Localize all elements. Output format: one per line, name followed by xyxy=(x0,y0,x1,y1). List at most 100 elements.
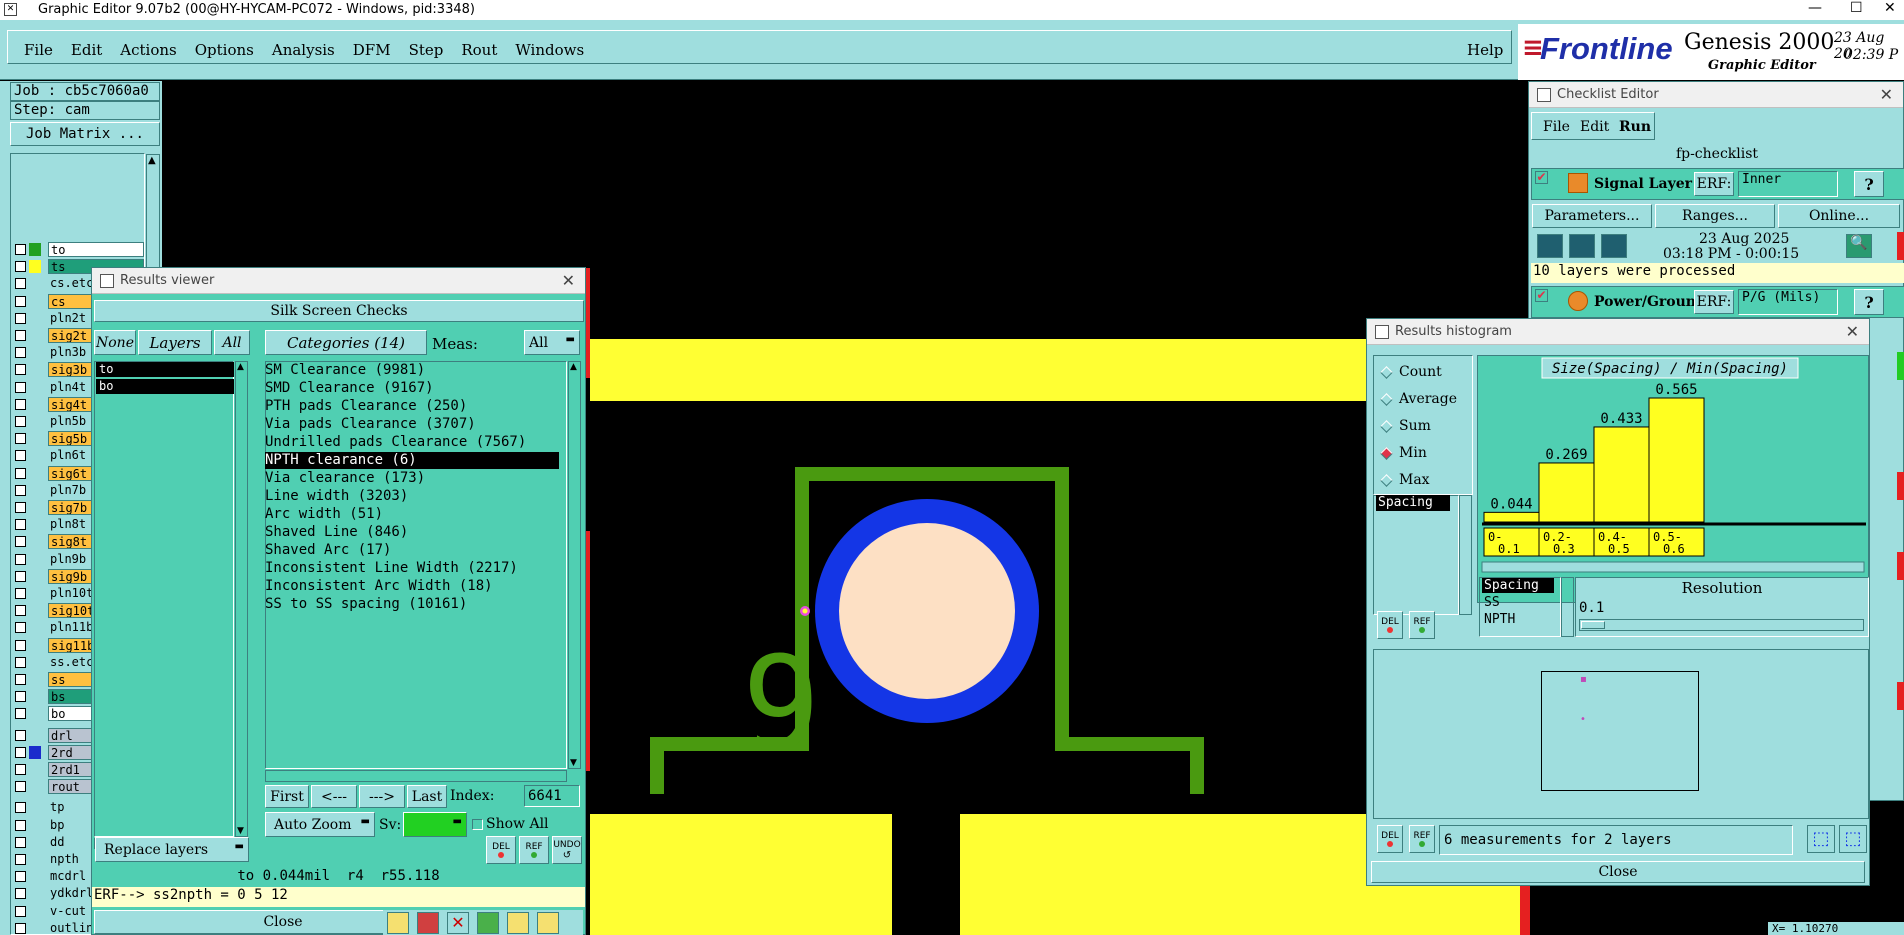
menu-windows[interactable]: Windows xyxy=(515,41,584,59)
checklist-menu-file[interactable]: File xyxy=(1543,119,1570,135)
layer-color-swatch[interactable] xyxy=(29,621,41,634)
layer-color-swatch[interactable] xyxy=(29,707,41,720)
checklist-menu-edit[interactable]: Edit xyxy=(1580,119,1609,135)
layer-checkbox[interactable] xyxy=(15,519,26,531)
layer-checkbox[interactable] xyxy=(15,622,26,634)
layer-color-swatch[interactable] xyxy=(29,763,41,776)
layer-color-swatch[interactable] xyxy=(29,780,41,793)
sv-color-select[interactable]: ▬ xyxy=(403,812,467,837)
mode-max[interactable]: Max xyxy=(1380,472,1430,488)
category-item[interactable]: Via clearance (173) xyxy=(265,470,425,487)
layer-color-swatch[interactable] xyxy=(29,729,41,742)
histogram-close-button[interactable]: Close xyxy=(1371,861,1865,883)
layer-checkbox[interactable] xyxy=(15,502,26,513)
undo-button[interactable]: UNDO ↺ xyxy=(552,836,582,864)
parameters-button[interactable]: Parameters... xyxy=(1532,204,1652,228)
scroll-down-icon[interactable]: ▼ xyxy=(570,758,577,768)
checklist-menu-run[interactable]: Run xyxy=(1619,119,1651,135)
menu-file[interactable]: File xyxy=(24,41,53,59)
item1-erf-value[interactable]: Inner xyxy=(1738,171,1838,197)
layer-color-swatch[interactable] xyxy=(29,853,41,866)
ref-button[interactable]: REF xyxy=(519,836,549,864)
histogram-titlebar[interactable]: Results histogram ✕ xyxy=(1367,319,1869,345)
radio-diamond-icon[interactable] xyxy=(1380,446,1393,460)
category-item[interactable]: SM Clearance (9981) xyxy=(265,362,425,379)
histogram-left-list[interactable] xyxy=(1373,495,1459,615)
category-item[interactable]: Line width (3203) xyxy=(265,488,408,505)
layer-checkbox[interactable] xyxy=(15,674,26,685)
layer-checkbox[interactable] xyxy=(15,708,26,720)
categories-button[interactable]: Categories (14) xyxy=(265,330,427,355)
layer-checkbox[interactable] xyxy=(15,819,26,831)
layer-color-swatch[interactable] xyxy=(29,501,41,514)
preview-ref-button[interactable]: REF xyxy=(1409,825,1435,853)
layer-checkbox[interactable] xyxy=(15,467,26,479)
layer-color-swatch[interactable] xyxy=(29,819,41,832)
layer-checkbox[interactable] xyxy=(15,553,26,565)
job-matrix-button[interactable]: Job Matrix ... xyxy=(10,122,160,146)
preview-del-button[interactable]: DEL xyxy=(1377,825,1403,853)
minimize-icon[interactable]: — xyxy=(1808,0,1822,16)
category-item[interactable]: Undrilled pads Clearance (7567) xyxy=(265,434,526,451)
show-all-checkbox[interactable] xyxy=(472,819,483,830)
layer-color-swatch[interactable] xyxy=(29,604,41,617)
menu-analysis[interactable]: Analysis xyxy=(272,41,335,59)
layer-color-swatch[interactable] xyxy=(29,312,41,325)
layer-color-swatch[interactable] xyxy=(29,363,41,376)
categories-scrollbar[interactable]: ▲ ▼ xyxy=(568,361,581,769)
help-button[interactable]: ? xyxy=(1854,171,1884,197)
layer-color-swatch[interactable] xyxy=(29,673,41,686)
layer-color-swatch[interactable] xyxy=(29,432,41,445)
category-item[interactable]: SMD Clearance (9167) xyxy=(265,380,434,397)
layer-checkbox[interactable] xyxy=(15,484,26,496)
close-icon[interactable]: ✕ xyxy=(1880,85,1893,104)
layer-checkbox[interactable] xyxy=(15,416,26,427)
layer-color-swatch[interactable] xyxy=(29,745,41,759)
results-viewer-titlebar[interactable]: Results viewer ✕ xyxy=(92,268,585,294)
category-item[interactable]: Inconsistent Arc Width (18) xyxy=(265,578,493,595)
last-button[interactable]: Last xyxy=(407,785,447,808)
layer-color-swatch[interactable] xyxy=(29,587,41,600)
layer-checkbox[interactable] xyxy=(15,905,26,917)
layer-color-swatch[interactable] xyxy=(29,484,41,497)
mode-average[interactable]: Average xyxy=(1380,391,1457,407)
layer-checkbox[interactable] xyxy=(15,330,26,341)
replace-layers-select[interactable]: Replace layers ▬ xyxy=(95,837,249,862)
help-button[interactable]: ? xyxy=(1854,289,1884,315)
layer-checkbox[interactable] xyxy=(15,871,26,883)
category-item[interactable]: PTH pads Clearance (250) xyxy=(265,398,467,415)
layer-checkbox[interactable] xyxy=(15,433,26,445)
checkmark-icon[interactable]: ✔ xyxy=(1535,289,1548,302)
layer-checkbox[interactable] xyxy=(15,888,26,900)
checkmark-icon[interactable]: ✔ xyxy=(1535,171,1548,184)
layer-color-swatch[interactable] xyxy=(29,570,41,583)
hist-del-button[interactable]: DEL xyxy=(1377,611,1403,639)
tool-icon-5[interactable] xyxy=(507,912,529,934)
radio-diamond-icon[interactable] xyxy=(1380,473,1393,487)
radio-diamond-icon[interactable] xyxy=(1380,392,1393,406)
layer-checkbox[interactable] xyxy=(15,729,26,741)
next-button[interactable]: ---> xyxy=(359,785,405,808)
layer-color-swatch[interactable] xyxy=(29,295,41,308)
layer-checkbox[interactable] xyxy=(15,781,26,793)
category-item[interactable]: Shaved Arc (17) xyxy=(265,542,391,559)
scroll-up-icon[interactable]: ▲ xyxy=(148,155,156,166)
tool-icon-2[interactable] xyxy=(417,912,439,934)
layer-checkbox[interactable] xyxy=(15,746,26,758)
layer-color-swatch[interactable] xyxy=(29,553,41,566)
run-icon-1[interactable] xyxy=(1537,234,1563,258)
measure-item[interactable]: NPTH xyxy=(1482,612,1554,627)
left-list-scrollbar[interactable] xyxy=(1459,495,1472,615)
layer-color-swatch[interactable] xyxy=(29,690,41,703)
menu-help[interactable]: Help xyxy=(1467,41,1503,59)
layer-color-swatch[interactable] xyxy=(29,801,41,814)
resolution-slider[interactable] xyxy=(1579,619,1864,631)
layer-checkbox[interactable] xyxy=(15,656,26,668)
layer-checkbox[interactable] xyxy=(15,347,26,359)
radio-diamond-icon[interactable] xyxy=(1380,365,1393,379)
close-icon[interactable]: ✕ xyxy=(1846,322,1859,341)
first-button[interactable]: First xyxy=(265,785,309,808)
layer-checkbox[interactable] xyxy=(15,278,26,290)
layer-color-swatch[interactable] xyxy=(29,346,41,359)
layers-scrollbar[interactable]: ▲ ▼ xyxy=(235,361,248,837)
